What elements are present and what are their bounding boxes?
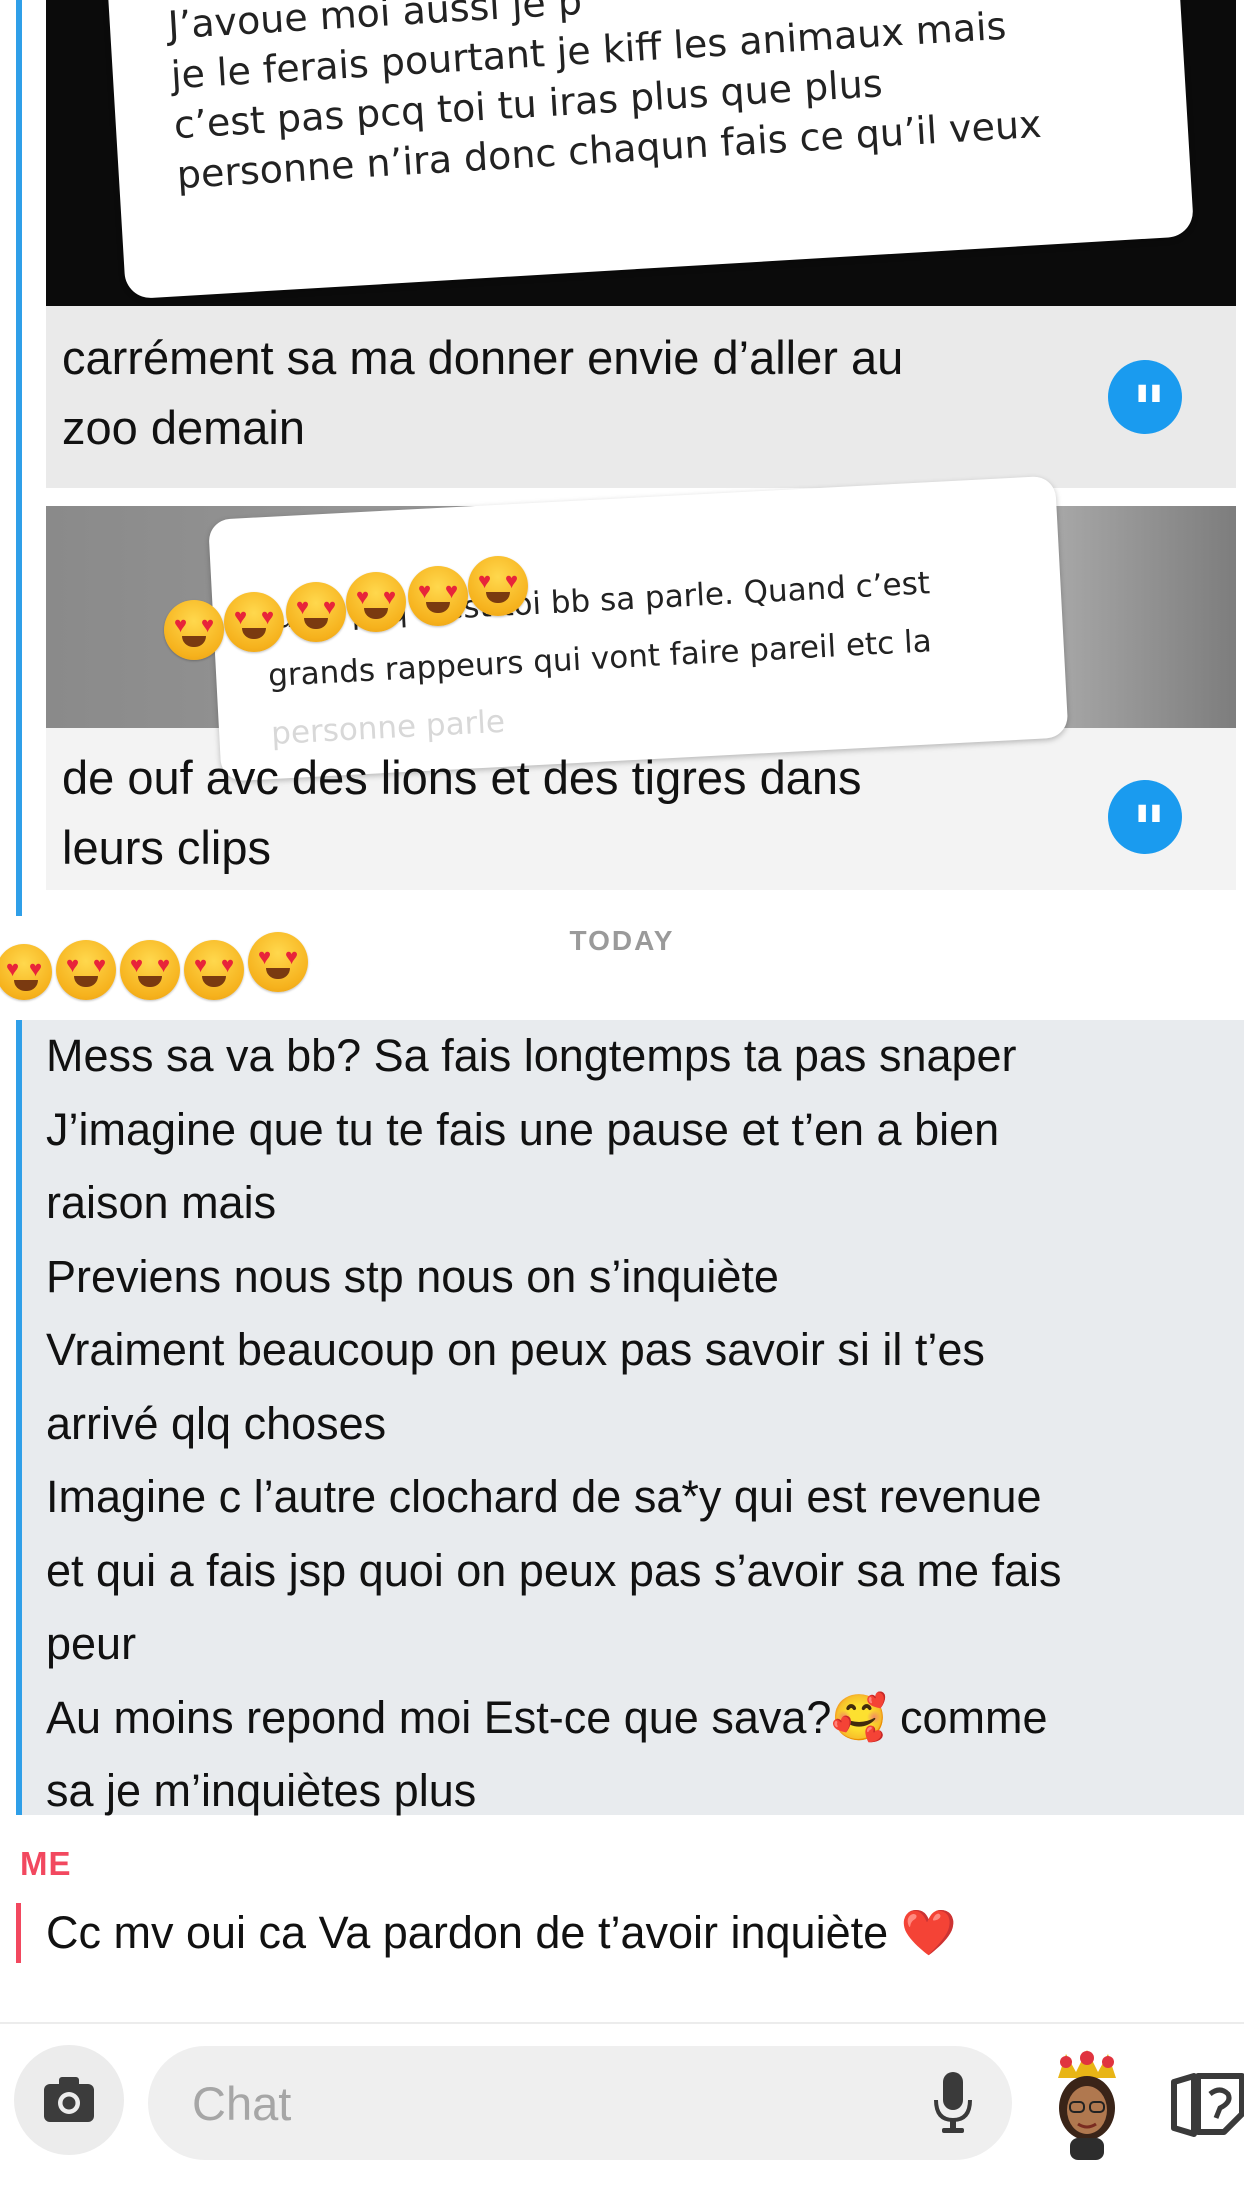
message-line: peur [46, 1618, 137, 1669]
reply-caption-text-2: de ouf avc des lions et des tigres dans … [62, 743, 861, 883]
incoming-message-bar [16, 1020, 22, 1815]
camera-icon [44, 2077, 94, 2122]
camera-button[interactable] [14, 2045, 124, 2155]
heart-eyes-emoji [0, 944, 52, 1000]
sticker-icon [1171, 2073, 1244, 2137]
microphone-icon[interactable] [928, 2068, 978, 2138]
heart-eyes-emoji [408, 566, 468, 626]
caption-line: leurs clips [62, 821, 271, 874]
quote-icon[interactable]: " [1108, 780, 1182, 862]
caption-line: carrément sa ma donner envie d’aller au [62, 331, 904, 384]
heart-eyes-emoji [468, 556, 528, 616]
outgoing-message-text[interactable]: Cc mv oui ca Va pardon de t’avoir inquiè… [46, 1898, 957, 1968]
chat-placeholder: Chat [192, 2077, 292, 2130]
message-line: Vraiment beaucoup on peux pas savoir si … [46, 1324, 985, 1375]
heart-eyes-emoji [164, 600, 224, 660]
message-line: arrivé qlq choses [46, 1397, 387, 1449]
message-line: J’imagine que tu te fais une pause et t’… [46, 1103, 1000, 1155]
story-text-sticker-1: J’avoue moi aussi je p je le ferais pour… [106, 0, 1195, 300]
message-line: Au moins repond moi Est-ce que sava?🥰 co… [46, 1691, 1048, 1743]
caption-line: de ouf avc des lions et des tigres dans [62, 751, 862, 804]
outgoing-message-bar [16, 1903, 21, 1963]
heart-eyes-emoji [286, 582, 346, 642]
bitmoji-icon [1058, 2050, 1116, 2160]
thread-bar [16, 0, 22, 916]
day-divider: TODAY [569, 925, 675, 956]
story-preview-1[interactable]: J’avoue moi aussi je p je le ferais pour… [46, 0, 1236, 306]
quote-icon[interactable]: " [1108, 360, 1182, 442]
sender-label-me: ME [20, 1845, 72, 1882]
reply-caption-text-1: carrément sa ma donner envie d’aller au … [62, 323, 903, 463]
heart-eyes-emoji [224, 592, 284, 652]
incoming-message-text: Mess sa va bb? Sa fais longtemps ta pas … [46, 1019, 1062, 1828]
message-line: et qui a fais jsp quoi on peux pas s’avo… [46, 1544, 1062, 1596]
heart-eyes-emoji [184, 940, 244, 1000]
heart-eyes-emoji [248, 932, 308, 992]
heart-eyes-emoji [346, 572, 406, 632]
message-line: Previens nous stp nous on s’inquiète [46, 1250, 779, 1302]
message-line: raison mais [46, 1177, 277, 1228]
bitmoji-avatar[interactable] [1048, 2048, 1126, 2160]
caption-line: zoo demain [62, 401, 305, 454]
message-line: sa je m’inquiètes plus [46, 1765, 477, 1816]
heart-eyes-emoji [120, 940, 180, 1000]
composer-divider [0, 2022, 1244, 2024]
message-line: Mess sa va bb? Sa fais longtemps ta pas … [46, 1030, 1017, 1081]
sticker-button[interactable] [1168, 2068, 1244, 2140]
message-line: Imagine c l’autre clochard de sa*y qui e… [46, 1471, 1042, 1522]
heart-eyes-emoji [56, 940, 116, 1000]
chat-input[interactable]: Chat [148, 2046, 1012, 2160]
